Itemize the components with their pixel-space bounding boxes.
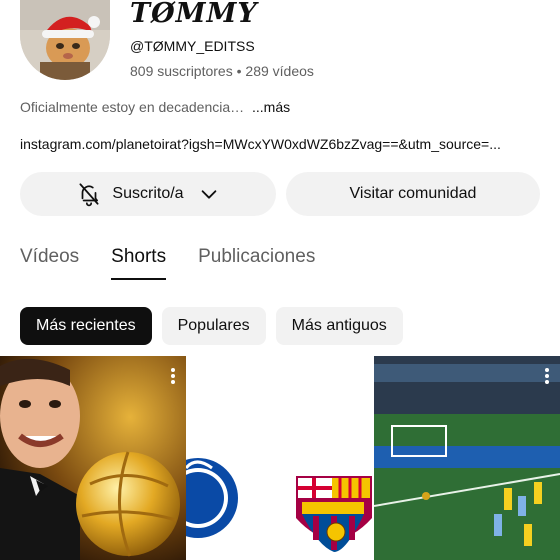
chip-most-recent[interactable]: Más recientes xyxy=(20,307,152,345)
description-text: Oficialmente estoy en decadencia… xyxy=(20,99,245,115)
channel-handle: @TØMMY_EDITSS xyxy=(130,38,255,54)
short-thumbnail[interactable] xyxy=(186,356,374,560)
visit-community-label: Visitar comunidad xyxy=(349,185,477,202)
short-thumbnail[interactable] xyxy=(0,356,186,560)
channel-tabs: Vídeos Shorts Publicaciones xyxy=(20,246,347,280)
channel-avatar[interactable] xyxy=(20,0,110,80)
more-link[interactable]: ...más xyxy=(252,99,290,115)
chelsea-vs-barcelona-image xyxy=(186,356,374,560)
chevron-down-icon xyxy=(198,183,220,205)
subscribed-label: Suscrito/a xyxy=(112,185,184,202)
subscriber-count: 809 suscriptores xyxy=(130,63,233,79)
tab-videos[interactable]: Vídeos xyxy=(20,246,79,280)
subscribed-button[interactable]: Suscrito/a xyxy=(20,172,276,216)
video-count: 289 vídeos xyxy=(245,63,314,79)
filter-chips: Más recientes Populares Más antiguos xyxy=(20,307,413,345)
more-vert-icon[interactable] xyxy=(170,368,176,386)
messi-ballon-dor-image xyxy=(0,356,186,560)
chip-oldest[interactable]: Más antiguos xyxy=(275,307,403,345)
shorts-grid xyxy=(0,356,560,560)
channel-stats: 809 suscriptores • 289 vídeos xyxy=(130,63,314,79)
channel-link[interactable]: instagram.com/planetoirat?igsh=MWcxYW0xd… xyxy=(20,136,501,152)
tab-shorts[interactable]: Shorts xyxy=(111,246,166,280)
tab-posts[interactable]: Publicaciones xyxy=(198,246,315,280)
visit-community-button[interactable]: Visitar comunidad xyxy=(286,172,540,216)
channel-description[interactable]: Oficialmente estoy en decadencia… ...más xyxy=(20,99,290,115)
short-thumbnail[interactable] xyxy=(374,356,560,560)
stats-separator: • xyxy=(236,63,242,79)
more-vert-icon[interactable] xyxy=(544,368,550,386)
channel-name: TØMMY xyxy=(130,0,258,29)
chip-popular[interactable]: Populares xyxy=(161,307,266,345)
football-match-image xyxy=(374,356,560,560)
bell-slash-icon xyxy=(76,181,102,207)
